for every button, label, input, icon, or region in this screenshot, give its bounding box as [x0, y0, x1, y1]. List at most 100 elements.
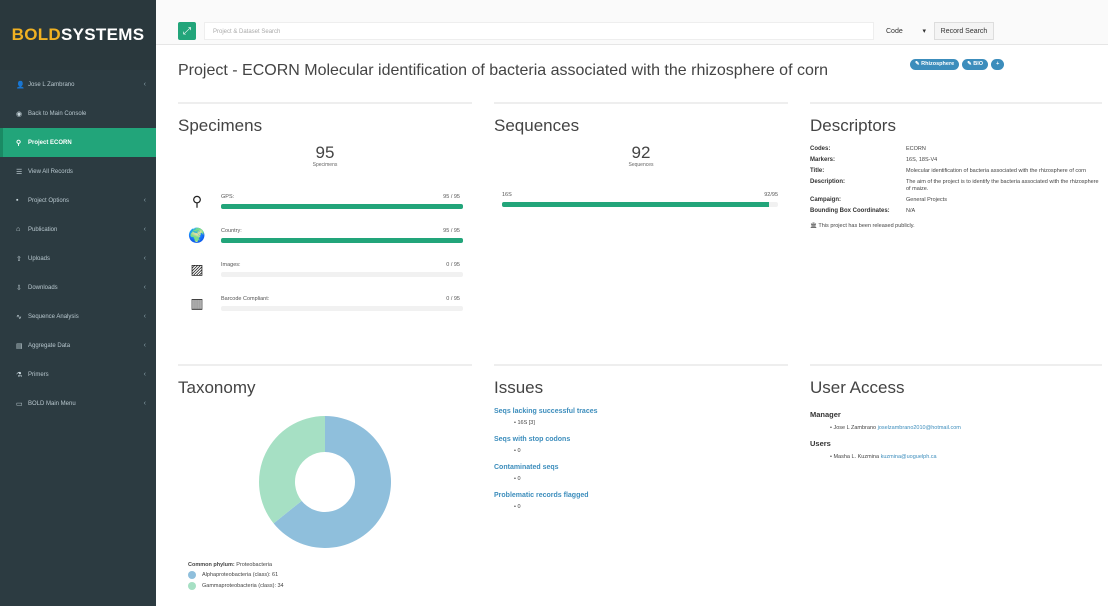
- sidebar-item-project-options[interactable]: ▪ Project Options ‹: [0, 186, 156, 215]
- image-icon: ▨: [190, 260, 204, 277]
- sidebar-item-jose-l-zambrano[interactable]: 👤 Jose L Zambrano ‹: [0, 70, 156, 99]
- metric-value: 0 / 95: [446, 262, 460, 268]
- tag-rhizosphere[interactable]: ✎ Rhizosphere: [910, 59, 960, 70]
- marker-label: 16S: [502, 192, 512, 198]
- sidebar-item-aggregate-data[interactable]: ▤ Aggregate Data ‹: [0, 331, 156, 360]
- user-email-link[interactable]: kuzmina@uoguelph.ca: [881, 454, 937, 460]
- specimen-metric-country: 🌍 Country: 95 / 95: [188, 226, 466, 250]
- add-tag-button[interactable]: +: [991, 59, 1005, 70]
- common-phylum-label: Common phylum:: [188, 562, 235, 568]
- descriptor-value: ECORN: [906, 146, 926, 152]
- metric-label: Barcode Compliant:: [221, 296, 270, 302]
- record-search-button[interactable]: Record Search: [934, 22, 994, 40]
- sidebar-item-label: Uploads: [28, 255, 51, 262]
- sidebar-item-label: Publication: [28, 226, 58, 233]
- sidebar-nav: 👤 Jose L Zambrano ‹ ◉ Back to Main Console ⚲ P…: [0, 70, 156, 418]
- issue-link[interactable]: Contaminated seqs: [494, 464, 788, 471]
- chevron-left-icon: ‹: [143, 197, 146, 204]
- issues-panel: Issues Seqs lacking successful traces • 1…: [494, 364, 788, 604]
- sidebar-item-back-to-main-console[interactable]: ◉ Back to Main Console: [0, 99, 156, 128]
- database-icon: ▤: [16, 342, 23, 350]
- metric-label: GPS:: [221, 194, 235, 200]
- descriptor-key: Markers:: [810, 157, 836, 163]
- chart-icon: ∿: [16, 313, 22, 321]
- metric-value: 95 / 95: [443, 194, 460, 200]
- users-heading: Users: [810, 439, 831, 448]
- sidebar-item-label: Project ECORN: [28, 139, 72, 146]
- tag-bio[interactable]: ✎ BIO: [962, 59, 989, 70]
- descriptor-value: Molecular identification of bacteria ass…: [906, 168, 1087, 174]
- user-icon: 👤: [16, 81, 25, 89]
- sidebar-item-label: Primers: [28, 371, 49, 378]
- sidebar-item-primers[interactable]: ⚗ Primers ‹: [0, 360, 156, 389]
- issue-link[interactable]: Seqs lacking successful traces: [494, 408, 788, 415]
- building-icon: ⌂: [16, 226, 21, 233]
- legend-label-gamma: Gammaproteobacteria (class): 34: [202, 583, 284, 589]
- sidebar-item-label: Aggregate Data: [28, 342, 71, 349]
- user-entry: • Masha L. Kuzmina kuzmina@uoguelph.ca: [830, 454, 937, 460]
- descriptor-key: Codes:: [810, 146, 831, 152]
- sidebar-item-label: Project Options: [28, 197, 70, 204]
- sidebar-item-publication[interactable]: ⌂ Publication ‹: [0, 215, 156, 244]
- project-dataset-search-input[interactable]: Project & Dataset Search: [204, 22, 874, 40]
- manager-heading: Manager: [810, 410, 841, 419]
- user-access-panel: User Access Manager • Jose L Zambrano jo…: [810, 364, 1102, 604]
- issue-value: • 0: [514, 448, 521, 454]
- user-name: Masha L. Kuzmina: [833, 454, 880, 460]
- expand-button[interactable]: ⤢: [178, 22, 196, 40]
- specimens-count-label: Specimens: [312, 162, 338, 168]
- chevron-left-icon: ‹: [143, 371, 146, 378]
- expand-arrows-icon: ⤢: [183, 25, 191, 37]
- chevron-left-icon: ‹: [143, 284, 146, 291]
- issue-value-text: 0: [517, 448, 521, 454]
- project-tags: ✎ Rhizosphere ✎ BIO +: [910, 59, 1005, 70]
- marker-bar-track: [502, 202, 778, 207]
- sidebar-item-label: BOLD Main Menu: [28, 400, 76, 407]
- sidebar-item-view-all-records[interactable]: ☰ View All Records: [0, 157, 156, 186]
- dashboard-icon: ◉: [16, 110, 23, 118]
- descriptor-key: Campaign:: [810, 197, 842, 203]
- descriptor-key: Description:: [810, 179, 846, 185]
- released-notice: 🏛 This project has been released publicl…: [810, 223, 915, 229]
- issue-link[interactable]: Seqs with stop codons: [494, 436, 788, 443]
- sidebar-item-project-ecorn[interactable]: ⚲ Project ECORN: [0, 128, 156, 157]
- descriptor-key: Bounding Box Coordinates:: [810, 208, 890, 214]
- chevron-left-icon: ‹: [143, 255, 146, 262]
- descriptor-row: Title: Molecular identification of bacter…: [810, 168, 1102, 175]
- sequences-panel: Sequences 92 Sequences 16S 92/95: [494, 102, 788, 332]
- code-select[interactable]: Code ▾: [882, 22, 930, 40]
- sidebar-item-label: Back to Main Console: [28, 110, 87, 117]
- sidebar-item-bold-main-menu[interactable]: ▭ BOLD Main Menu ‹: [0, 389, 156, 418]
- specimens-heading: Specimens: [178, 116, 263, 135]
- issue-link[interactable]: Problematic records flagged: [494, 492, 788, 499]
- sequences-count: 92: [631, 143, 651, 162]
- sidebar-item-label: Downloads: [28, 284, 58, 291]
- metric-bar-track: [221, 238, 463, 243]
- bold-systems-logo[interactable]: BOLD SYSTEMS: [0, 0, 156, 70]
- descriptor-key: Title:: [810, 168, 825, 174]
- specimen-metric-images: ▨ Images: 0 / 95: [188, 260, 466, 284]
- marker-value: 92/95: [764, 192, 778, 198]
- issue-value-text: 16S [3]: [517, 420, 535, 426]
- specimens-panel: Specimens 95 Specimens ⚲ GPS: 95 / 95 🌍 Coun…: [178, 102, 472, 332]
- legend-swatch-alpha: [188, 571, 196, 579]
- chevron-left-icon: ‹: [143, 226, 146, 233]
- flask-icon: ⚗: [16, 371, 23, 379]
- sidebar-item-label: Jose L Zambrano: [28, 81, 75, 88]
- taxonomy-legend: Common phylum: Proteobacteria Alphaprote…: [188, 562, 284, 590]
- legend-item-alpha: Alphaproteobacteria (class): 61: [188, 571, 284, 579]
- manager-email-link[interactable]: joselzambrano2010@hotmail.com: [878, 425, 961, 431]
- sidebar-item-uploads[interactable]: ⇧ Uploads ‹: [0, 244, 156, 273]
- sidebar-item-sequence-analysis[interactable]: ∿ Sequence Analysis ‹: [0, 302, 156, 331]
- donut-slice-gammaproteobacteria[interactable]: [259, 416, 325, 524]
- location-pin-icon: ⚲: [16, 139, 22, 147]
- upload-icon: ⇧: [16, 255, 22, 263]
- caret-down-icon: ▾: [922, 28, 926, 35]
- descriptor-value: 16S, 18S-V4: [906, 157, 938, 163]
- sidebar-item-downloads[interactable]: ⇩ Downloads ‹: [0, 273, 156, 302]
- specimens-count: 95: [315, 143, 335, 162]
- descriptor-value: N/A: [906, 208, 916, 214]
- sidebar-item-label: View All Records: [28, 168, 73, 175]
- sidebar: BOLD SYSTEMS 👤 Jose L Zambrano ‹ ◉ Back to Ma…: [0, 0, 156, 606]
- issue-value-text: 0: [517, 504, 521, 510]
